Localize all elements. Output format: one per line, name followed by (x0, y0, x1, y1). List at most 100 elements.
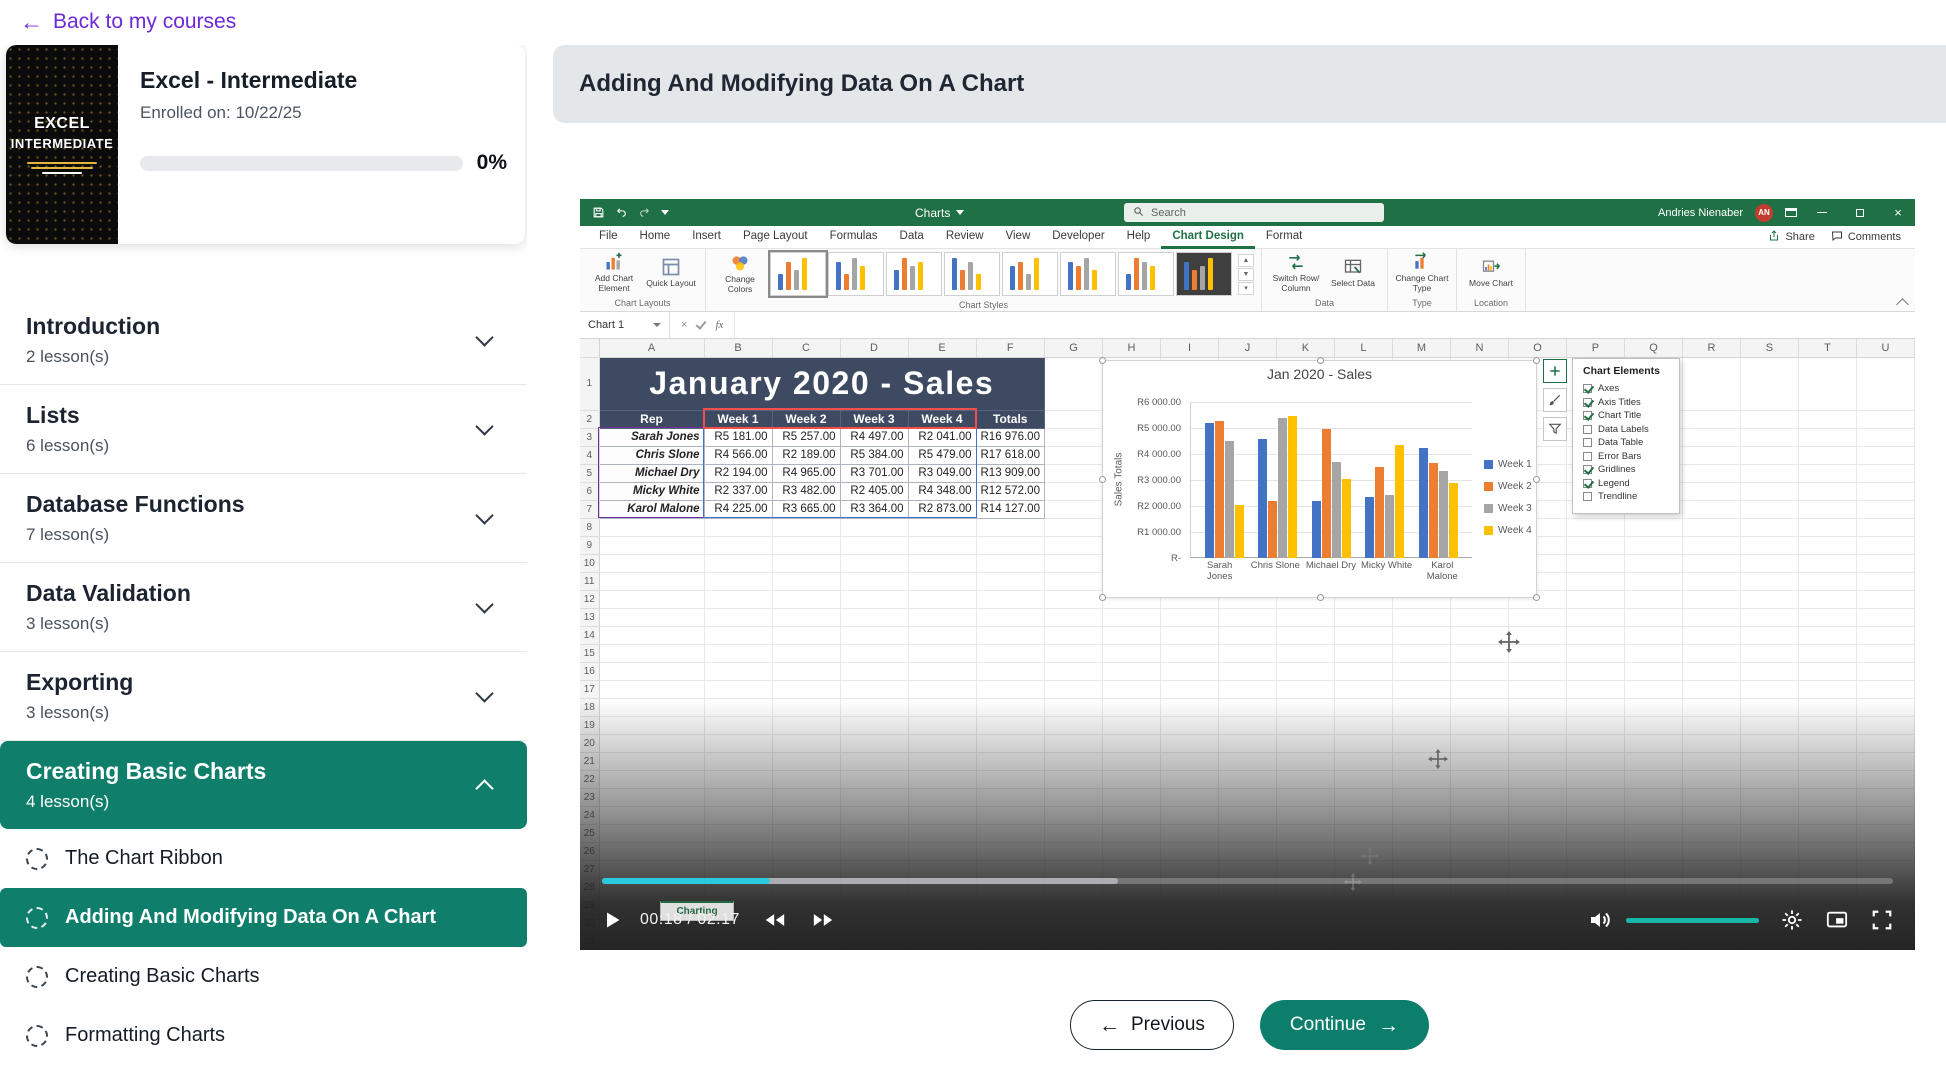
sheet-cell (1218, 734, 1276, 752)
rep-name-cell: Chris Slone (599, 446, 704, 464)
sheet-cell (1044, 446, 1102, 464)
legend-label: Week 3 (1498, 503, 1532, 514)
week-value-cell: R2 405.00 (840, 482, 908, 500)
bar-week-1 (1258, 439, 1267, 558)
continue-button[interactable]: Continue → (1260, 1000, 1429, 1050)
settings-gear-button[interactable] (1781, 909, 1803, 931)
sheet-cell (840, 554, 908, 572)
bar-week-4 (1235, 505, 1244, 558)
section-piv-ot-tables[interactable]: Piv​ot Tables (0, 1065, 527, 1072)
section-data-validation[interactable]: Data Validation3 lesson(s) (0, 563, 527, 652)
sheet-cell (1740, 357, 1798, 410)
row-number: 9 (580, 536, 599, 554)
sheet-cell (1740, 482, 1798, 500)
fullscreen-button[interactable] (1871, 909, 1893, 931)
sheet-cell (1682, 482, 1740, 500)
sheet-cell (599, 770, 704, 788)
sheet-cell (704, 626, 772, 644)
rep-name-cell: Micky White (599, 482, 704, 500)
gallery-more-icon: ▾ (1238, 282, 1254, 295)
sheet-cell (772, 590, 840, 608)
embedded-bar-chart: Jan 2020 - Sales Sales Totals R-R1 000.0… (1102, 360, 1537, 598)
chart-elements-button (1543, 359, 1567, 383)
sheet-cell (1798, 428, 1856, 446)
sheet-cell (599, 698, 704, 716)
fast-forward-button[interactable] (810, 910, 836, 930)
excel-tab: Help (1116, 226, 1162, 249)
sheet-cell (1624, 824, 1682, 842)
lesson-item[interactable]: Formatting Charts (0, 1006, 527, 1065)
sheet-cell (1624, 806, 1682, 824)
excel-tab: View (995, 226, 1042, 249)
lesson-item[interactable]: The Chart Ribbon (0, 829, 527, 888)
sheet-cell (772, 770, 840, 788)
sheet-cell (599, 626, 704, 644)
sheet-cell (1276, 626, 1334, 644)
continue-arrow-icon: → (1378, 1015, 1399, 1036)
change-colors-button: Change Colors (713, 253, 767, 295)
sheet-cell (840, 752, 908, 770)
sheet-cell (1566, 518, 1624, 536)
lesson-item[interactable]: Adding And Modifying Data On A Chart (0, 888, 527, 947)
section-introduction[interactable]: Introduction2 lesson(s) (0, 296, 527, 385)
video-player[interactable]: Charts Search Andries Nienaber AN × File… (580, 199, 1915, 950)
sheet-cell (1392, 644, 1450, 662)
rewind-button[interactable] (762, 910, 788, 930)
sheet-cell (840, 698, 908, 716)
section-database-functions[interactable]: Database Functions7 lesson(s) (0, 474, 527, 563)
sheet-cell (1334, 788, 1392, 806)
sheet-cell (1682, 680, 1740, 698)
play-button[interactable] (602, 909, 622, 931)
column-header: A (599, 339, 704, 357)
column-header: S (1740, 339, 1798, 357)
sheet-cell (1044, 482, 1102, 500)
insert-function-icon: fx (715, 319, 723, 331)
video-seek-bar[interactable] (602, 878, 1893, 884)
chart-elements-label: Data Table (1598, 437, 1643, 448)
back-to-courses-link[interactable]: ← Back to my courses (20, 10, 236, 34)
gallery-down-icon: ▼ (1238, 268, 1254, 281)
sheet-cell (1160, 860, 1218, 878)
picture-in-picture-button[interactable] (1825, 909, 1849, 931)
bar-week-4 (1395, 445, 1404, 558)
restore-icon (1847, 199, 1873, 226)
row-number: 27 (580, 860, 599, 878)
sheet-cell (1798, 770, 1856, 788)
section-creating-basic-charts[interactable]: Creating Basic Charts4 lesson(s) (0, 741, 527, 829)
excel-tab: Insert (681, 226, 732, 249)
sheet-cell (1798, 842, 1856, 860)
excel-ribbon-tabs: FileHomeInsertPage LayoutFormulasDataRev… (588, 226, 1313, 249)
qat-dropdown-icon (661, 210, 669, 215)
row-number: 5 (580, 464, 599, 482)
sheet-cell (1624, 716, 1682, 734)
sheet-cell (1392, 806, 1450, 824)
sheet-cell (1334, 770, 1392, 788)
section-meta: 7 lesson(s) (26, 525, 245, 545)
sheet-cell (599, 752, 704, 770)
chart-elements-label: Axis Titles (1598, 397, 1641, 408)
section-exporting[interactable]: Exporting3 lesson(s) (0, 652, 527, 741)
sheet-cell (1044, 824, 1102, 842)
volume-icon[interactable] (1588, 908, 1612, 932)
sheet-cell (1508, 806, 1566, 824)
sheet-cell (1276, 716, 1334, 734)
week-value-cell: R4 348.00 (908, 482, 976, 500)
sheet-cell (908, 770, 976, 788)
sheet-cell (1508, 770, 1566, 788)
lesson-item[interactable]: Creating Basic Charts (0, 947, 527, 1006)
row-number: 20 (580, 734, 599, 752)
volume-slider[interactable] (1626, 918, 1759, 923)
sheet-cell (1044, 357, 1102, 410)
sheet-cell (1682, 806, 1740, 824)
section-lists[interactable]: Lists6 lesson(s) (0, 385, 527, 474)
style-thumb-bar (1150, 266, 1155, 290)
sheet-cell (1334, 662, 1392, 680)
sheet-cell (1450, 860, 1508, 878)
column-header: Q (1624, 339, 1682, 357)
comment-icon (1831, 230, 1843, 245)
sheet-cell (704, 680, 772, 698)
sheet-cell (840, 572, 908, 590)
chart-elements-title: Chart Elements (1583, 365, 1679, 377)
chart-elements-item: Trendline (1583, 490, 1679, 504)
previous-button[interactable]: ← Previous (1070, 1000, 1234, 1050)
